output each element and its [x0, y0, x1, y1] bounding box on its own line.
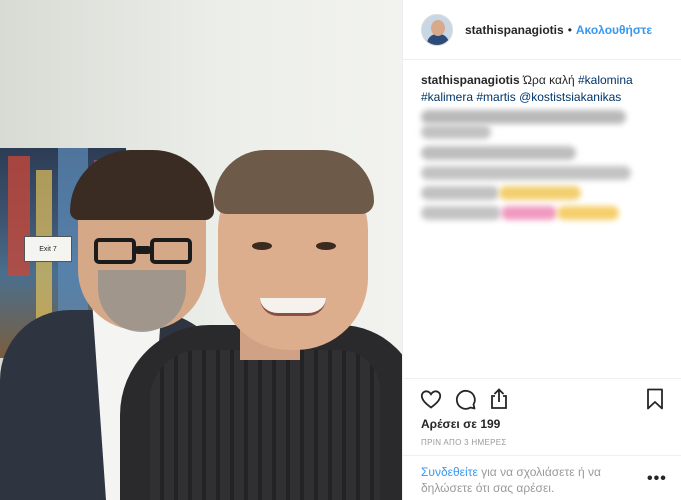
blurred-comment — [421, 146, 576, 160]
bookmark-icon[interactable] — [643, 387, 667, 411]
avatar[interactable] — [421, 13, 453, 46]
blurred-emoji — [501, 206, 557, 220]
post-timestamp[interactable]: ΠΡΙΝ ΑΠΟ 3 ΗΜΕΡΕΣ — [421, 438, 507, 447]
caption-text: Ώρα καλή — [523, 73, 575, 87]
share-icon[interactable] — [487, 387, 511, 411]
mention-kostistsiakanikas[interactable]: @kostistsiakanikas — [519, 90, 621, 104]
person-right — [120, 150, 402, 500]
heart-icon[interactable] — [419, 387, 443, 411]
login-link[interactable]: Συνδεθείτε — [421, 465, 478, 479]
action-bar — [403, 378, 681, 418]
blurred-comment — [421, 206, 501, 220]
comment-footer: Συνδεθείτε για να σχολιάσετε ή να δηλώσε… — [403, 455, 681, 500]
comment-icon[interactable] — [453, 387, 477, 411]
blurred-emoji — [499, 186, 581, 200]
caption-username[interactable]: stathispanagiotis — [421, 73, 520, 87]
hashtag-martis[interactable]: #martis — [476, 90, 515, 104]
blurred-emoji — [557, 206, 619, 220]
blurred-comment — [421, 125, 491, 139]
hashtag-kalimera[interactable]: #kalimera — [421, 90, 473, 104]
more-options-button[interactable]: ••• — [647, 470, 667, 488]
post-header: stathispanagiotis • Ακολουθήστε — [403, 0, 681, 60]
follow-button[interactable]: Ακολουθήστε — [576, 23, 652, 37]
blurred-comment — [421, 186, 499, 200]
post-photo[interactable]: Exit 7 — [0, 0, 402, 500]
post-caption: stathispanagiotis Ώρα καλή #kalomina #ka… — [421, 72, 669, 106]
hashtag-kalomina[interactable]: #kalomina — [578, 73, 633, 87]
separator-dot: • — [567, 22, 572, 37]
blurred-comment — [421, 166, 631, 180]
likes-count[interactable]: Αρέσει σε 199 — [421, 417, 500, 431]
username-link[interactable]: stathispanagiotis — [465, 23, 564, 37]
login-prompt: Συνδεθείτε για να σχολιάσετε ή να δηλώσε… — [421, 464, 636, 496]
post-side-panel: stathispanagiotis • Ακολουθήστε stathisp… — [402, 0, 681, 500]
blurred-comment — [421, 110, 626, 124]
